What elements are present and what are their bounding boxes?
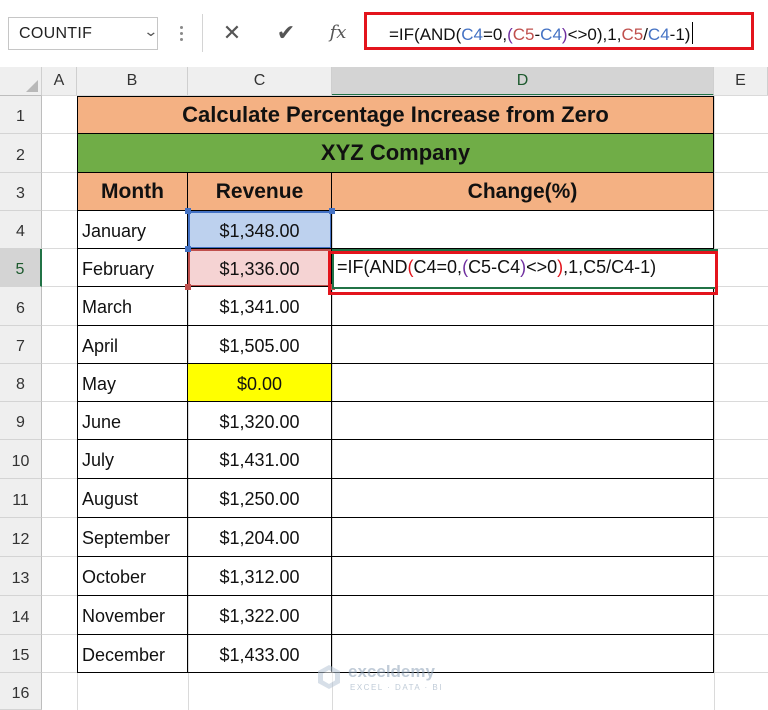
formula-token: C5	[621, 25, 644, 44]
cell-month[interactable]: November	[77, 596, 188, 635]
formula-token: C5	[512, 25, 535, 44]
cell-month[interactable]: February	[77, 249, 188, 287]
cell-month[interactable]: April	[77, 326, 188, 364]
cell-revenue[interactable]: $0.00	[188, 364, 332, 402]
text-cursor	[692, 22, 694, 44]
column-header-c[interactable]: C	[188, 67, 332, 96]
cell-revenue[interactable]: $1,505.00	[188, 326, 332, 364]
cell-revenue[interactable]: $1,336.00	[188, 249, 332, 287]
row-header-10[interactable]: 10	[0, 440, 42, 479]
row-header-5[interactable]: 5	[0, 249, 42, 287]
excel-window: COUNTIF ⌄ ✕ ✔ fx =IF(AND(C4=0,(C5-C4)<>0…	[0, 0, 768, 710]
insert-function-icon[interactable]: fx	[321, 16, 355, 50]
row-header-16[interactable]: 16	[0, 673, 42, 710]
cell-revenue[interactable]: $1,431.00	[188, 440, 332, 479]
header-change[interactable]: Change(%)	[332, 173, 714, 211]
cell-month[interactable]: September	[77, 518, 188, 557]
formula-text: =IF(AND(C4=0,(C5-C4)<>0),1,C5/C4-1)	[389, 22, 694, 45]
column-header-a[interactable]: A	[42, 67, 77, 96]
cell-change[interactable]	[332, 518, 714, 557]
cell-month[interactable]: August	[77, 479, 188, 518]
cell-change[interactable]	[332, 596, 714, 635]
cell-revenue[interactable]: $1,433.00	[188, 635, 332, 673]
column-header-d[interactable]: D	[332, 67, 714, 96]
range-handle[interactable]	[329, 208, 335, 214]
cell-month[interactable]: December	[77, 635, 188, 673]
cell-revenue[interactable]: $1,322.00	[188, 596, 332, 635]
formula-token: C4	[540, 25, 562, 44]
cell-change[interactable]	[332, 402, 714, 440]
drag-handle-icon[interactable]	[172, 24, 192, 44]
row-header-9[interactable]: 9	[0, 402, 42, 440]
row-header-8[interactable]: 8	[0, 364, 42, 402]
name-box[interactable]: COUNTIF ⌄	[8, 17, 158, 50]
formula-token: <>0),1,	[567, 25, 622, 44]
cell-month[interactable]: July	[77, 440, 188, 479]
formula-input[interactable]: =IF(AND(C4=0,(C5-C4)<>0),1,C5/C4-1)	[364, 12, 754, 50]
row-header-11[interactable]: 11	[0, 479, 42, 518]
chevron-down-icon[interactable]: ⌄	[143, 23, 158, 40]
range-handle[interactable]	[185, 284, 191, 290]
row-header-3[interactable]: 3	[0, 173, 42, 211]
cell-change[interactable]	[332, 557, 714, 596]
formula-token: C4	[461, 25, 483, 44]
formula-token: =IF(AND(	[389, 25, 462, 44]
cell-change[interactable]	[332, 479, 714, 518]
formula-token: -1)	[669, 25, 691, 44]
header-revenue[interactable]: Revenue	[188, 173, 332, 211]
cell-month[interactable]: October	[77, 557, 188, 596]
formula-token: C4	[647, 25, 670, 44]
watermark: exceldemy EXCEL · DATA · BI	[316, 658, 466, 698]
cell-revenue[interactable]: $1,250.00	[188, 479, 332, 518]
cell-month[interactable]: January	[77, 211, 188, 249]
watermark-tagline: EXCEL · DATA · BI	[350, 683, 443, 692]
cell-month[interactable]: May	[77, 364, 188, 402]
close-icon[interactable]: ✕	[215, 16, 249, 50]
range-handle[interactable]	[185, 208, 191, 214]
cell-revenue[interactable]: $1,341.00	[188, 287, 332, 326]
column-header-b[interactable]: B	[77, 67, 188, 96]
row-header-13[interactable]: 13	[0, 557, 42, 596]
column-header-e[interactable]: E	[714, 67, 768, 96]
annotation-outline	[328, 251, 718, 295]
cell-change[interactable]	[332, 440, 714, 479]
name-box-value: COUNTIF	[19, 25, 93, 42]
watermark-name: exceldemy	[348, 662, 435, 681]
formula-bar-area: COUNTIF ⌄ ✕ ✔ fx =IF(AND(C4=0,(C5-C4)<>0…	[0, 0, 768, 64]
cell-month[interactable]: June	[77, 402, 188, 440]
gridline	[714, 96, 715, 710]
cell-change[interactable]	[332, 364, 714, 402]
cell-revenue[interactable]: $1,348.00	[188, 211, 332, 249]
row-header-1[interactable]: 1	[0, 96, 42, 134]
cell-revenue[interactable]: $1,320.00	[188, 402, 332, 440]
select-all-corner[interactable]	[0, 67, 42, 96]
row-header-2[interactable]: 2	[0, 134, 42, 173]
formula-token: =0,	[482, 25, 508, 44]
cell-month[interactable]: March	[77, 287, 188, 326]
row-header-14[interactable]: 14	[0, 596, 42, 635]
row-header-7[interactable]: 7	[0, 326, 42, 364]
row-header-12[interactable]: 12	[0, 518, 42, 557]
row-header-6[interactable]: 6	[0, 287, 42, 326]
cell-revenue[interactable]: $1,312.00	[188, 557, 332, 596]
cell-change[interactable]	[332, 211, 714, 249]
exceldemy-logo-icon	[318, 665, 340, 689]
cell-revenue[interactable]: $1,204.00	[188, 518, 332, 557]
cell-change[interactable]	[332, 326, 714, 364]
sheet-title[interactable]: Calculate Percentage Increase from Zero	[77, 96, 714, 134]
row-header-4[interactable]: 4	[0, 211, 42, 249]
check-icon[interactable]: ✔	[269, 16, 303, 50]
row-header-15[interactable]: 15	[0, 635, 42, 673]
range-handle[interactable]	[185, 246, 191, 252]
header-month[interactable]: Month	[77, 173, 188, 211]
formula-bar-buttons: ✕ ✔ fx	[202, 14, 362, 52]
company-name[interactable]: XYZ Company	[77, 134, 714, 173]
